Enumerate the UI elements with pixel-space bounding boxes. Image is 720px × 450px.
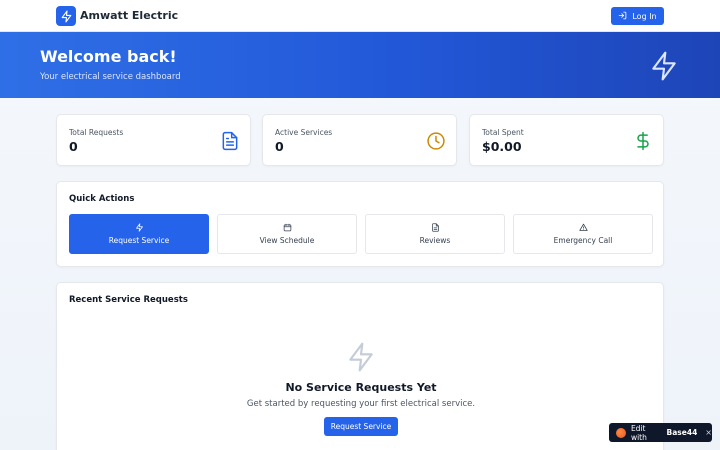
stat-card-total-spent: Total Spent $0.00 [469,114,664,166]
document-icon [222,131,238,151]
clock-icon [427,132,445,150]
base44-logo-icon [616,427,626,438]
recent-requests-title: Recent Service Requests [69,295,188,305]
stat-label: Total Requests [69,128,124,137]
stat-card-total-requests: Total Requests 0 [56,114,251,166]
login-label: Log In [632,11,657,21]
view-schedule-button[interactable]: View Schedule [217,214,357,254]
empty-state-title: No Service Requests Yet [285,381,437,394]
login-button[interactable]: Log In [611,7,664,25]
warning-icon [578,223,588,231]
calendar-icon [283,223,291,232]
welcome-subtitle: Your electrical service dashboard [40,72,181,82]
welcome-banner: Welcome back! Your electrical service da… [0,32,720,98]
brand-name[interactable]: Amwatt Electric [80,9,178,23]
bolt-icon [349,342,373,372]
badge-brand: Base44 [666,428,698,437]
top-navbar: Amwatt Electric Log In [0,0,720,32]
document-icon [431,223,439,232]
quick-action-label: Request Service [108,236,170,245]
stat-label: Total Spent [482,128,524,137]
empty-state-subtitle: Get started by requesting your first ele… [246,399,476,409]
recent-requests-panel: Recent Service Requests No Service Reque… [56,282,664,450]
quick-actions-title: Quick Actions [69,194,135,204]
request-service-button[interactable]: Request Service [69,214,209,254]
brand-logo-bolt-icon[interactable] [56,6,76,26]
request-service-cta-button[interactable]: Request Service [324,417,398,436]
stat-value: $0.00 [482,139,522,154]
welcome-title: Welcome back! [40,47,177,66]
edit-with-base44-badge[interactable]: Edit with Base44 × [609,423,712,442]
emergency-call-button[interactable]: Emergency Call [513,214,653,254]
login-icon [618,11,627,22]
reviews-button[interactable]: Reviews [365,214,505,254]
badge-prefix: Edit with [630,423,647,442]
bolt-icon [135,223,143,232]
quick-actions-panel: Quick Actions Request Service View Sched… [56,181,664,267]
bolt-icon [652,51,676,81]
quick-action-label: Emergency Call [553,236,613,245]
stat-card-active-services: Active Services 0 [262,114,457,166]
stat-value: 0 [275,139,284,154]
close-icon[interactable]: × [705,428,712,437]
quick-action-label: View Schedule [259,236,315,245]
dollar-icon [637,131,649,151]
stat-label: Active Services [275,128,333,137]
stat-value: 0 [69,139,78,154]
quick-action-label: Reviews [419,236,451,245]
